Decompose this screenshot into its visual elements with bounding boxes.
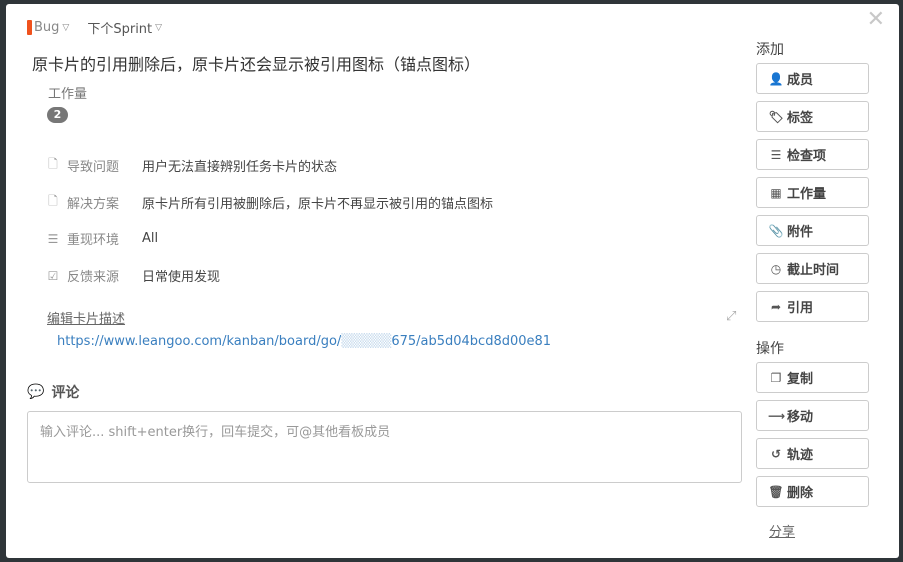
sprint-select[interactable]: 下个Sprint xyxy=(87,18,152,37)
field-name: 重现环境 xyxy=(67,233,120,248)
add-attachment-button[interactable]: 📎 附件 xyxy=(756,215,869,246)
field-source[interactable]: ☑ 反馈来源 日常使用发现 xyxy=(46,266,220,286)
field-solution[interactable]: 🗋 解决方案 原卡片所有引用被删除后，原卡片不再显示被引用的锚点图标 xyxy=(46,192,493,213)
action-heading: 操作 xyxy=(756,341,784,357)
comment-input[interactable] xyxy=(27,411,742,483)
field-value[interactable]: All xyxy=(142,231,158,246)
add-member-button[interactable]: 👤 成员 xyxy=(756,63,869,94)
trash-icon: 🗑 xyxy=(768,484,784,499)
button-label: 复制 xyxy=(787,372,814,387)
button-label: 标签 xyxy=(787,111,814,126)
comment-heading-label: 评论 xyxy=(51,385,80,401)
copy-icon: ❐ xyxy=(770,370,782,385)
grid-icon: ▦ xyxy=(770,185,782,200)
add-heading: 添加 xyxy=(756,42,784,58)
button-label: 附件 xyxy=(787,225,814,240)
share-arrow-icon: ➦ xyxy=(770,299,782,314)
delete-button[interactable]: 🗑 删除 xyxy=(756,476,869,507)
history-icon: ↺ xyxy=(770,446,782,461)
tag-icon: 🏷 xyxy=(768,109,784,124)
edit-description-link[interactable]: 编辑卡片描述 xyxy=(47,308,125,327)
document-icon: 🗋 xyxy=(48,194,58,208)
card-title[interactable]: 原卡片的引用删除后，原卡片还会显示被引用图标（锚点图标） xyxy=(32,51,480,75)
close-icon[interactable]: ✕ xyxy=(867,9,885,31)
button-label: 轨迹 xyxy=(787,448,814,463)
workload-badge[interactable]: 2 xyxy=(47,107,68,123)
workload-label: 工作量 xyxy=(48,87,88,102)
card-detail-modal: ✕ Bug ▽ 下个Sprint ▽ 原卡片的引用删除后，原卡片还会显示被引用图… xyxy=(6,4,899,558)
card-type-bar: Bug ▽ 下个Sprint ▽ xyxy=(27,18,162,37)
field-name: 导致问题 xyxy=(67,160,120,175)
field-value[interactable]: 原卡片所有引用被删除后，原卡片不再显示被引用的锚点图标 xyxy=(142,193,493,212)
comment-heading: 💬 评论 xyxy=(27,382,79,402)
add-workload-button[interactable]: ▦ 工作量 xyxy=(756,177,869,208)
url-suffix: 675/ab5d04bcd8d00e81 xyxy=(391,334,552,349)
button-label: 移动 xyxy=(787,410,814,425)
clock-icon: ◷ xyxy=(770,261,782,276)
copy-button[interactable]: ❐ 复制 xyxy=(756,362,869,393)
checklist-icon: ☰ xyxy=(47,231,59,246)
add-checklist-button[interactable]: ☰ 检查项 xyxy=(756,139,869,170)
url-prefix: https://www.leangoo.com/kanban/board/go/ xyxy=(57,334,342,349)
share-link[interactable]: 分享 xyxy=(769,521,795,540)
checkbox-icon: ☑ xyxy=(47,268,59,283)
add-reference-button[interactable]: ➦ 引用 xyxy=(756,291,869,322)
card-type-select[interactable]: Bug xyxy=(34,20,59,35)
comment-icon: 💬 xyxy=(27,384,45,400)
button-label: 删除 xyxy=(787,486,814,501)
button-label: 工作量 xyxy=(787,187,827,202)
expand-icon[interactable]: ⤢ xyxy=(726,309,736,324)
user-plus-icon: 👤 xyxy=(768,71,784,86)
button-label: 成员 xyxy=(787,73,814,88)
add-deadline-button[interactable]: ◷ 截止时间 xyxy=(756,253,869,284)
chevron-down-icon[interactable]: ▽ xyxy=(62,23,69,33)
list-icon: ☰ xyxy=(770,147,782,162)
field-environment[interactable]: ☰ 重现环境 All xyxy=(46,229,159,248)
paperclip-icon: 📎 xyxy=(768,223,784,238)
move-button[interactable]: ⟶ 移动 xyxy=(756,400,869,431)
field-cause[interactable]: 🗋 导致问题 用户无法直接辨别任务卡片的状态 xyxy=(46,155,337,176)
field-name: 反馈来源 xyxy=(67,270,120,285)
document-icon: 🗋 xyxy=(48,157,58,171)
button-label: 引用 xyxy=(787,301,814,316)
field-value[interactable]: 用户无法直接辨别任务卡片的状态 xyxy=(142,156,337,175)
history-button[interactable]: ↺ 轨迹 xyxy=(756,438,869,469)
chevron-down-icon[interactable]: ▽ xyxy=(155,23,162,33)
arrow-right-icon: ⟶ xyxy=(768,408,786,423)
button-label: 截止时间 xyxy=(787,263,840,278)
field-value[interactable]: 日常使用发现 xyxy=(142,266,220,285)
type-color-flag xyxy=(27,20,32,35)
field-name: 解决方案 xyxy=(67,197,120,212)
button-label: 检查项 xyxy=(787,149,827,164)
add-tag-button[interactable]: 🏷 标签 xyxy=(756,101,869,132)
url-masked-segment: ▒▒▒▒▒ xyxy=(341,334,392,349)
card-url-link[interactable]: https://www.leangoo.com/kanban/board/go/… xyxy=(57,334,551,349)
